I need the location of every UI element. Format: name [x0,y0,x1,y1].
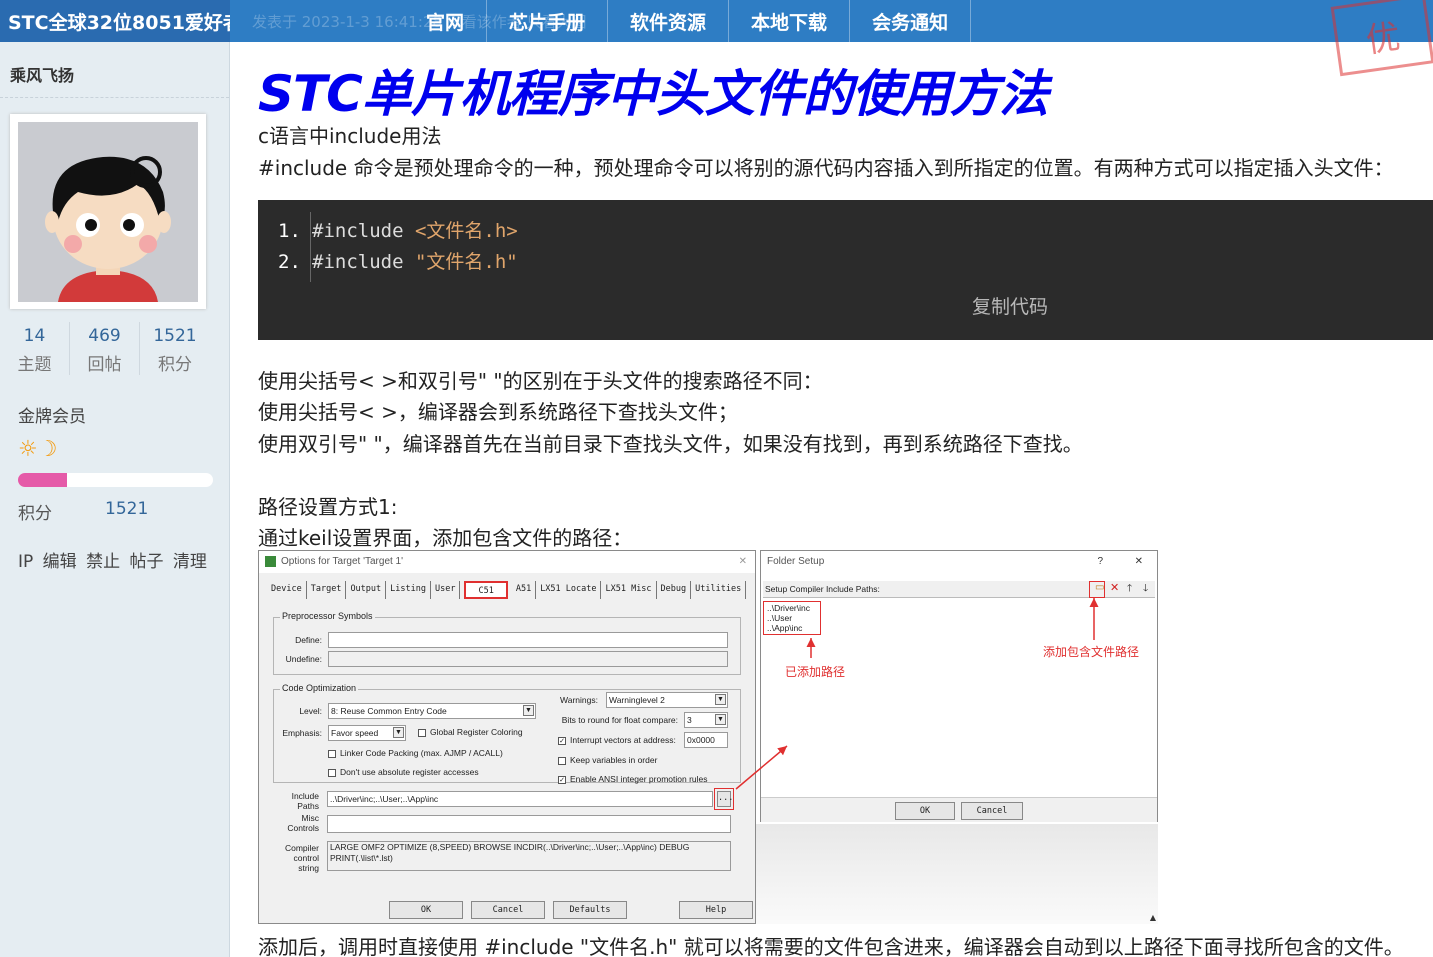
stat-replies[interactable]: 469 回帖 [70,322,140,375]
stat-topics-num: 14 [23,326,46,346]
post-title: STC单片机程序中头文件的使用方法 [258,65,1049,123]
admin-link-ban[interactable]: 禁止 [86,552,120,572]
post-para-6: 添加后，调用时直接使用 #include "文件名.h" 就可以将需要的文件包含… [258,935,1404,957]
post-para-5: 通过keil设置界面，添加包含文件的路径： [258,526,633,550]
stat-replies-num: 469 [88,326,121,346]
post-para-1: 使用尖括号< >和双引号" "的区别在于头文件的搜索路径不同： [258,369,823,393]
user-sidebar: 乘风飞扬 14 主题 469 回帖 1521 积分 金牌会员 ☼☽ 积分 152… [0,42,230,957]
post-intro-2: #include 命令是预处理命令的一种，预处理命令可以将别的源代码内容插入到所… [258,156,1394,180]
admin-link-edit[interactable]: 编辑 [43,552,77,572]
username[interactable]: 乘风飞扬 [0,42,229,98]
nav-item-notice[interactable]: 会务通知 [850,0,972,42]
arrow-browse-to-folder [735,745,788,790]
user-stats: 14 主题 469 回帖 1521 积分 [0,322,230,375]
code-keyword: #include [312,251,415,273]
copy-code-button[interactable]: 复制代码 [972,292,1048,319]
annotation-arrows [735,598,1099,790]
post-intro-1: c语言中include用法 [258,124,442,148]
stat-replies-label: 回帖 [87,355,122,375]
code-block: 1. #include <文件名.h> 2. #include "文件名.h" 复制… [258,200,1433,340]
admin-link-posts[interactable]: 帖子 [129,552,163,572]
nav-item-chip-manual[interactable]: 芯片手册 [487,0,609,42]
rank-progress-bar [18,473,213,487]
nav-item-download[interactable]: 本地下载 [729,0,851,42]
stat-topics[interactable]: 14 主题 [0,322,70,375]
admin-links: IP 编辑 禁止 帖子 清理 [18,547,211,572]
stamp-icon: 优 [1330,0,1433,77]
nav-item-official[interactable]: 官网 [404,0,488,42]
code-line: 1. #include <文件名.h> [278,216,518,243]
admin-link-clean[interactable]: 清理 [173,552,207,572]
stat-credits[interactable]: 1521 积分 [140,322,210,375]
nav-item-software[interactable]: 软件资源 [608,0,730,42]
credit-value: 1521 [105,499,149,519]
rank-sun-moon-icon: ☼☽ [18,437,58,462]
credit-label: 积分 [18,504,52,524]
post-para-4: 路径设置方式1: [258,495,398,519]
keil-screenshot-image: Options for Target 'Target 1' ✕ Device T… [258,548,1159,926]
post-para-2: 使用尖括号< >，编译器会到系统路径下查找头文件； [258,400,738,424]
code-string: <文件名.h> [414,220,518,242]
stat-topics-label: 主题 [17,355,52,375]
rank-progress-fill [18,473,67,487]
code-line-number: 2. [278,251,301,273]
top-nav-bar: STC全球32位8051爱好者互助交流社区 发表于 2023-1-3 16:41… [0,0,1433,77]
post-para-3: 使用双引号" "，编译器首先在当前目录下查找头文件，如果没有找到，再到系统路径下… [258,432,1083,456]
code-line: 2. #include "文件名.h" [278,247,518,274]
avatar-frame [10,114,206,309]
avatar[interactable] [18,122,198,302]
code-string: "文件名.h" [414,251,518,273]
avatar-cartoon-icon [18,122,198,302]
main-nav: 官网 芯片手册 软件资源 本地下载 会务通知 [404,0,972,42]
stat-credits-label: 积分 [158,355,192,375]
code-line-number: 1. [278,220,301,242]
code-keyword: #include [312,220,415,242]
user-rank[interactable]: 金牌会员 [18,402,86,427]
stat-credits-num: 1521 [153,326,197,346]
site-title[interactable]: STC全球32位8051爱好者互助交流社区 [0,0,230,42]
admin-link-ip[interactable]: IP [18,552,33,572]
